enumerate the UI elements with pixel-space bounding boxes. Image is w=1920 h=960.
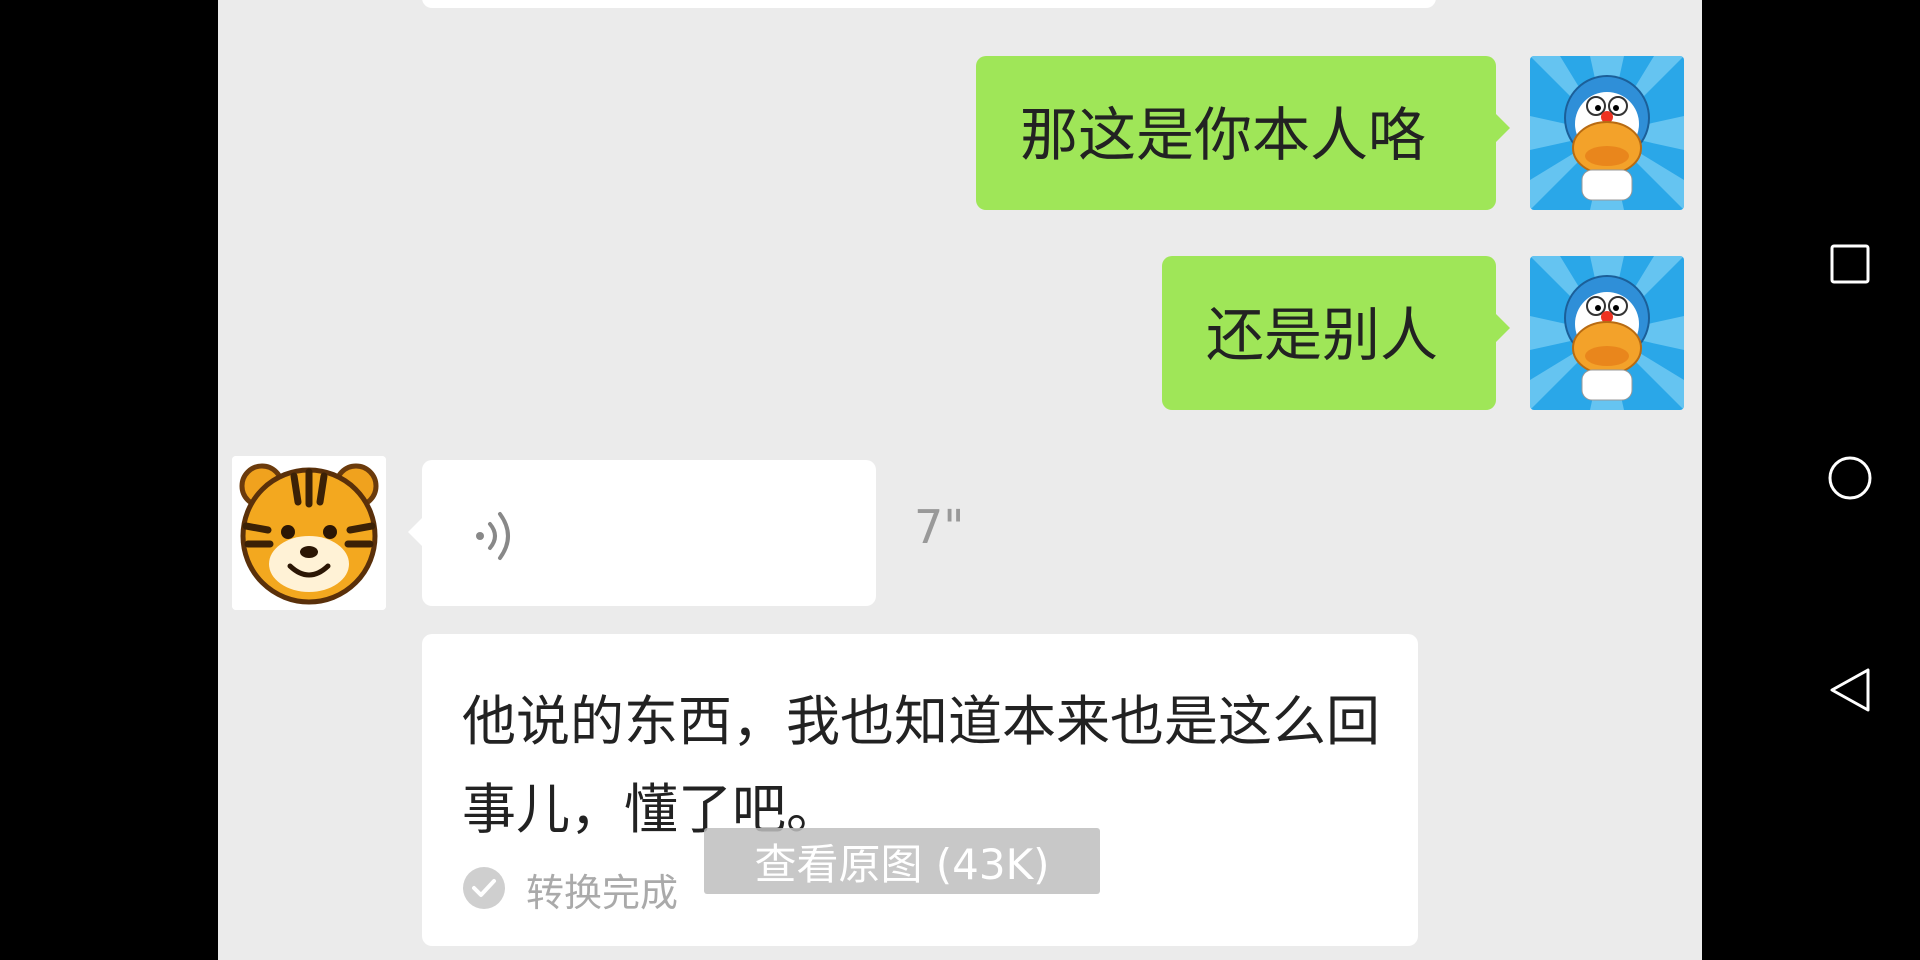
recent-apps-icon <box>1830 244 1870 288</box>
previous-message-bubble <box>422 0 1436 8</box>
transcript-status: 转换完成 <box>462 862 678 917</box>
voice-wave-icon <box>472 506 522 570</box>
sent-message-text: 还是别人 <box>1206 301 1439 369</box>
tiger-avatar-icon <box>232 456 386 610</box>
sent-message-text: 那这是你本人咯 <box>1020 101 1427 169</box>
self-avatar[interactable] <box>1530 56 1684 210</box>
doraemon-avatar-icon <box>1530 56 1684 210</box>
navigation-bar <box>1702 0 1920 960</box>
home-icon <box>1827 455 1873 505</box>
view-original-button[interactable]: 查看原图 (43K) <box>704 828 1100 894</box>
back-button[interactable] <box>1824 666 1876 718</box>
transcript-bubble[interactable]: 他说的东西，我也知道本来也是这么回事儿，懂了吧。 转换完成 <box>422 634 1418 946</box>
recent-apps-button[interactable] <box>1824 240 1876 292</box>
check-circle-icon <box>462 866 506 914</box>
back-icon <box>1828 666 1872 718</box>
voice-message-bubble[interactable] <box>408 460 876 606</box>
doraemon-avatar-icon <box>1530 256 1684 410</box>
sent-message-bubble[interactable]: 还是别人 <box>1162 256 1510 410</box>
chat-screenshot-viewer: 那这是你本人咯 还是别人 7" 他说的东西，我也知道本来也是这么回事儿，懂了吧。… <box>218 0 1702 960</box>
sent-message-bubble[interactable]: 那这是你本人咯 <box>976 56 1510 210</box>
contact-avatar[interactable] <box>232 456 386 610</box>
voice-duration: 7" <box>914 500 965 554</box>
home-button[interactable] <box>1824 454 1876 506</box>
transcript-status-label: 转换完成 <box>526 871 679 915</box>
self-avatar[interactable] <box>1530 256 1684 410</box>
